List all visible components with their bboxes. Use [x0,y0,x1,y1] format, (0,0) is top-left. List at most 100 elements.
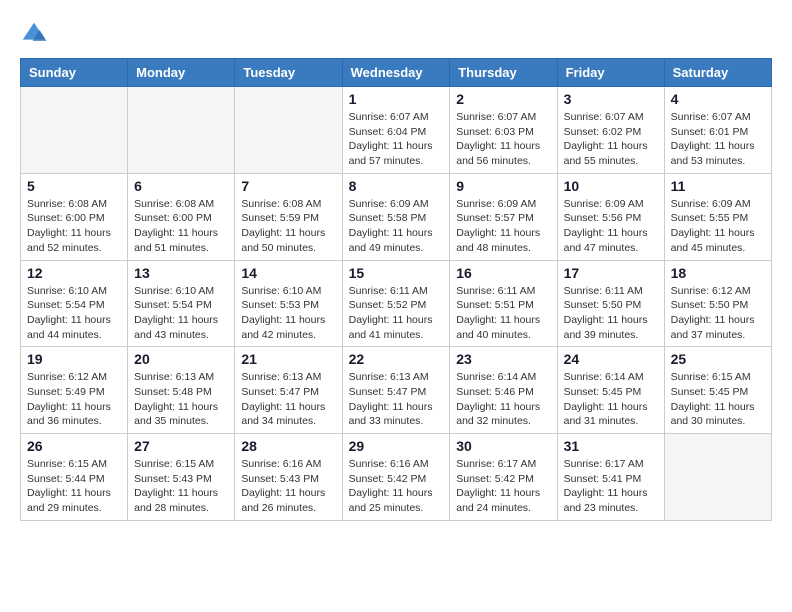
day-info: Sunrise: 6:09 AMSunset: 5:56 PMDaylight:… [564,197,658,256]
day-info: Sunrise: 6:07 AMSunset: 6:02 PMDaylight:… [564,110,658,169]
weekday-header-row: SundayMondayTuesdayWednesdayThursdayFrid… [21,59,772,87]
day-info: Sunrise: 6:08 AMSunset: 6:00 PMDaylight:… [134,197,228,256]
day-cell [21,87,128,174]
day-cell: 14Sunrise: 6:10 AMSunset: 5:53 PMDayligh… [235,260,342,347]
day-cell: 19 Sunrise: 6:12 AMSunset: 5:49 PMDayligh… [21,347,128,434]
page-header [20,20,772,48]
day-cell: 12 Sunrise: 6:10 AMSunset: 5:54 PMDayligh… [21,260,128,347]
day-info: Sunrise: 6:15 AMSunset: 5:43 PMDaylight:… [134,457,228,516]
day-cell: 22 Sunrise: 6:13 AMSunset: 5:47 PMDayligh… [342,347,450,434]
day-cell: 4 Sunrise: 6:07 AMSunset: 6:01 PMDaylight… [664,87,771,174]
day-cell: 20 Sunrise: 6:13 AMSunset: 5:48 PMDayligh… [128,347,235,434]
day-number: 30 [456,438,550,454]
day-cell: 15Sunrise: 6:11 AMSunset: 5:52 PMDayligh… [342,260,450,347]
weekday-header-sunday: Sunday [21,59,128,87]
day-info: Sunrise: 6:16 AMSunset: 5:42 PMDaylight:… [349,457,444,516]
day-number: 22 [349,351,444,367]
day-number: 8 [349,178,444,194]
day-info: Sunrise: 6:13 AMSunset: 5:47 PMDaylight:… [349,370,444,429]
day-number: 6 [134,178,228,194]
day-info: Sunrise: 6:09 AMSunset: 5:55 PMDaylight:… [671,197,765,256]
day-info: Sunrise: 6:11 AMSunset: 5:52 PMDaylight:… [349,284,444,343]
day-cell [235,87,342,174]
day-cell: 18 Sunrise: 6:12 AMSunset: 5:50 PMDayligh… [664,260,771,347]
day-number: 2 [456,91,550,107]
weekday-header-saturday: Saturday [664,59,771,87]
day-info: Sunrise: 6:07 AMSunset: 6:01 PMDaylight:… [671,110,765,169]
day-cell: 1Sunrise: 6:07 AMSunset: 6:04 PMDaylight… [342,87,450,174]
day-cell: 25 Sunrise: 6:15 AMSunset: 5:45 PMDayligh… [664,347,771,434]
day-cell [664,434,771,521]
day-info: Sunrise: 6:15 AMSunset: 5:44 PMDaylight:… [27,457,121,516]
day-cell: 31 Sunrise: 6:17 AMSunset: 5:41 PMDayligh… [557,434,664,521]
day-info: Sunrise: 6:10 AMSunset: 5:54 PMDaylight:… [134,284,228,343]
day-cell: 2 Sunrise: 6:07 AMSunset: 6:03 PMDaylight… [450,87,557,174]
day-number: 4 [671,91,765,107]
week-row-1: 1Sunrise: 6:07 AMSunset: 6:04 PMDaylight… [21,87,772,174]
day-info: Sunrise: 6:08 AMSunset: 5:59 PMDaylight:… [241,197,335,256]
day-cell: 16 Sunrise: 6:11 AMSunset: 5:51 PMDayligh… [450,260,557,347]
day-info: Sunrise: 6:09 AMSunset: 5:57 PMDaylight:… [456,197,550,256]
day-info: Sunrise: 6:15 AMSunset: 5:45 PMDaylight:… [671,370,765,429]
day-number: 12 [27,265,121,281]
day-number: 18 [671,265,765,281]
day-number: 20 [134,351,228,367]
day-info: Sunrise: 6:07 AMSunset: 6:03 PMDaylight:… [456,110,550,169]
day-info: Sunrise: 6:16 AMSunset: 5:43 PMDaylight:… [241,457,335,516]
day-cell: 10 Sunrise: 6:09 AMSunset: 5:56 PMDayligh… [557,173,664,260]
day-info: Sunrise: 6:12 AMSunset: 5:50 PMDaylight:… [671,284,765,343]
week-row-3: 12 Sunrise: 6:10 AMSunset: 5:54 PMDayligh… [21,260,772,347]
day-number: 9 [456,178,550,194]
day-number: 31 [564,438,658,454]
weekday-header-tuesday: Tuesday [235,59,342,87]
day-cell: 8 Sunrise: 6:09 AMSunset: 5:58 PMDaylight… [342,173,450,260]
day-info: Sunrise: 6:13 AMSunset: 5:48 PMDaylight:… [134,370,228,429]
day-number: 11 [671,178,765,194]
day-number: 16 [456,265,550,281]
day-cell: 21Sunrise: 6:13 AMSunset: 5:47 PMDayligh… [235,347,342,434]
day-cell: 11 Sunrise: 6:09 AMSunset: 5:55 PMDayligh… [664,173,771,260]
day-info: Sunrise: 6:08 AMSunset: 6:00 PMDaylight:… [27,197,121,256]
day-cell: 30 Sunrise: 6:17 AMSunset: 5:42 PMDayligh… [450,434,557,521]
day-number: 7 [241,178,335,194]
day-number: 19 [27,351,121,367]
day-info: Sunrise: 6:14 AMSunset: 5:46 PMDaylight:… [456,370,550,429]
day-number: 1 [349,91,444,107]
weekday-header-thursday: Thursday [450,59,557,87]
day-number: 3 [564,91,658,107]
day-cell: 28Sunrise: 6:16 AMSunset: 5:43 PMDayligh… [235,434,342,521]
day-number: 26 [27,438,121,454]
weekday-header-monday: Monday [128,59,235,87]
week-row-4: 19 Sunrise: 6:12 AMSunset: 5:49 PMDayligh… [21,347,772,434]
day-cell: 23 Sunrise: 6:14 AMSunset: 5:46 PMDayligh… [450,347,557,434]
day-info: Sunrise: 6:11 AMSunset: 5:51 PMDaylight:… [456,284,550,343]
day-cell: 24Sunrise: 6:14 AMSunset: 5:45 PMDayligh… [557,347,664,434]
day-number: 5 [27,178,121,194]
day-info: Sunrise: 6:09 AMSunset: 5:58 PMDaylight:… [349,197,444,256]
logo-icon [20,20,48,48]
logo [20,20,52,48]
week-row-5: 26 Sunrise: 6:15 AMSunset: 5:44 PMDayligh… [21,434,772,521]
day-number: 23 [456,351,550,367]
day-cell: 27Sunrise: 6:15 AMSunset: 5:43 PMDayligh… [128,434,235,521]
day-info: Sunrise: 6:13 AMSunset: 5:47 PMDaylight:… [241,370,335,429]
day-cell [128,87,235,174]
day-cell: 17Sunrise: 6:11 AMSunset: 5:50 PMDayligh… [557,260,664,347]
weekday-header-friday: Friday [557,59,664,87]
day-info: Sunrise: 6:17 AMSunset: 5:42 PMDaylight:… [456,457,550,516]
calendar: SundayMondayTuesdayWednesdayThursdayFrid… [20,58,772,521]
day-number: 17 [564,265,658,281]
day-number: 14 [241,265,335,281]
day-cell: 7 Sunrise: 6:08 AMSunset: 5:59 PMDaylight… [235,173,342,260]
day-number: 24 [564,351,658,367]
day-number: 25 [671,351,765,367]
day-cell: 13 Sunrise: 6:10 AMSunset: 5:54 PMDayligh… [128,260,235,347]
day-info: Sunrise: 6:12 AMSunset: 5:49 PMDaylight:… [27,370,121,429]
day-info: Sunrise: 6:17 AMSunset: 5:41 PMDaylight:… [564,457,658,516]
week-row-2: 5 Sunrise: 6:08 AMSunset: 6:00 PMDaylight… [21,173,772,260]
day-number: 10 [564,178,658,194]
day-number: 13 [134,265,228,281]
day-cell: 9 Sunrise: 6:09 AMSunset: 5:57 PMDaylight… [450,173,557,260]
day-number: 29 [349,438,444,454]
day-info: Sunrise: 6:10 AMSunset: 5:54 PMDaylight:… [27,284,121,343]
